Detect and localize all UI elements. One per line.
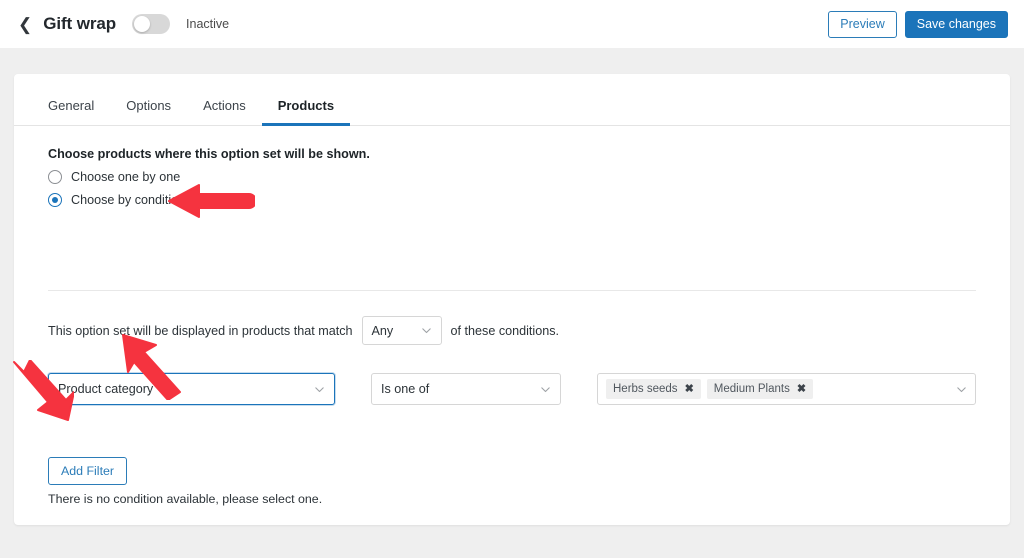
tag-chip-label: Herbs seeds xyxy=(613,383,678,395)
match-type-select[interactable]: Any xyxy=(361,316,442,345)
choose-products-heading: Choose products where this option set wi… xyxy=(48,147,370,161)
active-toggle[interactable] xyxy=(132,14,171,34)
tab-options[interactable]: Options xyxy=(110,99,187,125)
tab-bar: General Options Actions Products xyxy=(14,74,1010,126)
match-type-value: Any xyxy=(371,323,394,338)
preview-button[interactable]: Preview xyxy=(828,10,897,38)
tab-actions[interactable]: Actions xyxy=(187,99,262,125)
add-filter-button[interactable]: Add Filter xyxy=(48,457,128,485)
radio-label-by-conditions: Choose by conditions xyxy=(71,193,192,207)
top-bar: ❮ Gift wrap Inactive Preview Save change… xyxy=(0,0,1024,48)
chevron-down-icon xyxy=(540,384,551,395)
radio-icon-one-by-one[interactable] xyxy=(48,170,62,184)
condition-operator-value: Is one of xyxy=(381,382,430,396)
tag-remove-icon[interactable]: ✖ xyxy=(797,383,806,395)
match-sentence-suffix: of these conditions. xyxy=(450,323,560,338)
radio-icon-by-conditions[interactable] xyxy=(48,193,62,207)
tag-remove-icon[interactable]: ✖ xyxy=(685,383,694,395)
match-sentence-row: This option set will be displayed in pro… xyxy=(48,316,559,345)
products-panel: Choose products where this option set wi… xyxy=(14,126,1010,525)
tab-products[interactable]: Products xyxy=(261,99,351,126)
settings-card: General Options Actions Products Choose … xyxy=(14,74,1010,525)
tag-chip[interactable]: Herbs seeds ✖ xyxy=(606,379,701,399)
chevron-down-icon xyxy=(314,384,325,395)
top-bar-actions: Preview Save changes xyxy=(828,0,1008,48)
save-changes-button[interactable]: Save changes xyxy=(904,10,1008,38)
chevron-down-icon xyxy=(421,325,432,336)
condition-values-multiselect[interactable]: Herbs seeds ✖ Medium Plants ✖ xyxy=(597,373,976,405)
radio-option-one-by-one[interactable]: Choose one by one xyxy=(48,170,180,184)
condition-field-select[interactable]: Product category xyxy=(48,373,335,405)
toggle-state-label: Inactive xyxy=(186,17,230,31)
tab-general[interactable]: General xyxy=(32,99,110,125)
tag-chip-label: Medium Plants xyxy=(713,383,790,395)
radio-option-by-conditions[interactable]: Choose by conditions xyxy=(48,193,191,207)
tag-chip[interactable]: Medium Plants ✖ xyxy=(706,379,814,399)
match-sentence-prefix: This option set will be displayed in pro… xyxy=(48,323,353,338)
toggle-knob xyxy=(134,16,151,32)
chevron-left-icon[interactable]: ❮ xyxy=(18,16,33,33)
top-bar-left-group: ❮ Gift wrap Inactive xyxy=(18,0,229,48)
section-divider xyxy=(48,290,976,291)
condition-row: Product category Is one of Herbs seeds ✖… xyxy=(48,373,976,405)
chevron-down-icon[interactable] xyxy=(956,384,967,395)
radio-label-one-by-one: Choose one by one xyxy=(71,170,181,184)
condition-field-value: Product category xyxy=(58,382,154,396)
condition-operator-select[interactable]: Is one of xyxy=(371,373,561,405)
page-title: Gift wrap xyxy=(43,14,117,33)
condition-helper-text: There is no condition available, please … xyxy=(48,492,323,506)
